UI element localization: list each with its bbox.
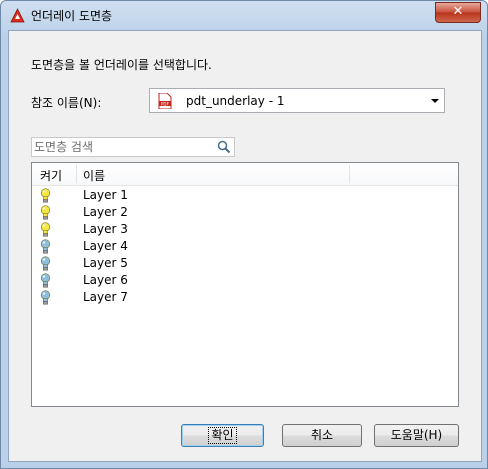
- reference-name-dropdown[interactable]: PDF pdt_underlay - 1: [149, 88, 445, 113]
- lightbulb-on-icon[interactable]: [40, 222, 51, 237]
- close-button[interactable]: ✕: [435, 2, 481, 23]
- dialog-window: 언더레이 도면층 ✕ 도면층을 볼 언더레이를 선택합니다. 참조 이름(N):…: [0, 0, 488, 469]
- title-bar[interactable]: 언더레이 도면층 ✕: [1, 1, 487, 29]
- layer-name: Layer 5: [83, 256, 128, 270]
- instruction-text: 도면층을 볼 언더레이를 선택합니다.: [31, 58, 212, 72]
- lightbulb-off-icon[interactable]: [40, 256, 51, 271]
- column-header-name[interactable]: 이름: [83, 167, 105, 184]
- ok-button[interactable]: 확인: [181, 424, 264, 447]
- dialog-body: 도면층을 볼 언더레이를 선택합니다. 참조 이름(N): PDF pdt_un…: [8, 30, 482, 462]
- lightbulb-on-icon[interactable]: [40, 188, 51, 203]
- svg-text:PDF: PDF: [161, 101, 170, 106]
- table-row[interactable]: Layer 4: [32, 238, 458, 255]
- ok-button-label: 확인: [208, 427, 237, 444]
- layer-name: Layer 6: [83, 273, 128, 287]
- chevron-down-icon[interactable]: [431, 99, 439, 103]
- layer-list[interactable]: 켜기 이름 Layer 1 Layer 2 Layer 3 Layer 4 Layer …: [31, 162, 459, 407]
- table-row[interactable]: Layer 1: [32, 187, 458, 204]
- lightbulb-off-icon[interactable]: [40, 273, 51, 288]
- table-row[interactable]: Layer 5: [32, 255, 458, 272]
- layer-search-box[interactable]: [31, 137, 235, 157]
- table-row[interactable]: Layer 3: [32, 221, 458, 238]
- layer-name: Layer 7: [83, 290, 128, 304]
- search-input[interactable]: [34, 139, 214, 155]
- column-divider[interactable]: [349, 165, 350, 183]
- lightbulb-off-icon[interactable]: [40, 290, 51, 305]
- layer-name: Layer 3: [83, 222, 128, 236]
- layer-name: Layer 2: [83, 205, 128, 219]
- table-row[interactable]: Layer 6: [32, 272, 458, 289]
- reference-name-value: pdt_underlay - 1: [186, 94, 285, 108]
- list-header: 켜기 이름: [32, 163, 458, 186]
- cancel-button[interactable]: 취소: [282, 424, 362, 447]
- reference-name-label: 참조 이름(N):: [31, 96, 102, 110]
- column-divider[interactable]: [76, 165, 77, 183]
- help-button[interactable]: 도움말(H): [374, 424, 459, 447]
- table-row[interactable]: Layer 7: [32, 289, 458, 306]
- layer-name: Layer 4: [83, 239, 128, 253]
- lightbulb-on-icon[interactable]: [40, 205, 51, 220]
- window-title: 언더레이 도면층: [31, 9, 113, 23]
- column-header-on[interactable]: 켜기: [40, 167, 62, 184]
- autocad-icon: [10, 8, 25, 23]
- table-row[interactable]: Layer 2: [32, 204, 458, 221]
- pdf-file-icon: PDF: [158, 93, 172, 109]
- layer-name: Layer 1: [83, 188, 128, 202]
- lightbulb-off-icon[interactable]: [40, 239, 51, 254]
- search-icon[interactable]: [217, 140, 231, 154]
